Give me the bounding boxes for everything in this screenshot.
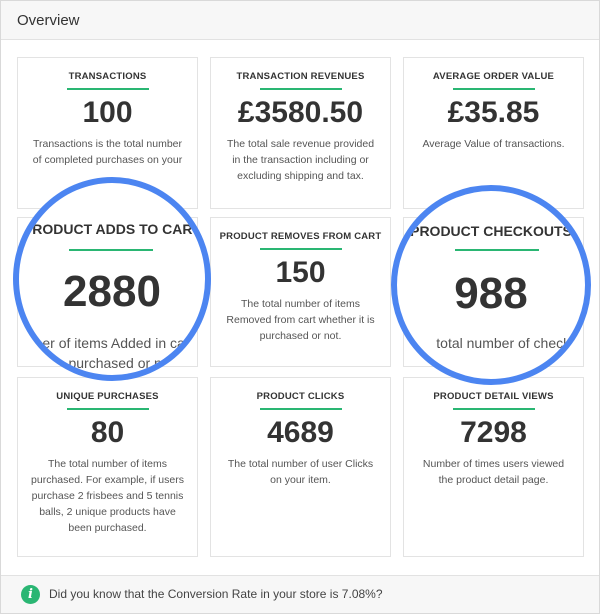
card-label: AVERAGE ORDER VALUE [432,71,555,82]
card-description: The total sale revenue provided in the t… [219,136,382,184]
card-product-detail-views: PRODUCT DETAIL VIEWS 7298 Number of time… [403,377,584,557]
desc-line: on your item. [270,474,331,486]
card-label: TRANSACTIONS [68,71,147,82]
overview-panel: Overview TRANSACTIONS 100 Transactions i… [0,0,600,614]
desc-line: excluding shipping and tax. [237,170,364,182]
card-value: 2880 [63,267,161,316]
desc-line: purchased. For example, if users [31,474,184,486]
card-divider [66,408,149,410]
card-value: 4689 [267,416,334,449]
desc-line: Number of times users viewed [422,458,565,470]
card-description: Transactions is the total number of comp… [26,136,189,168]
panel-title: Overview [17,12,80,29]
panel-header: Overview [1,1,599,40]
card-label: PRODUCT DETAIL VIEWS [433,391,554,402]
desc-line: in the transaction including or [232,154,369,166]
card-description: Average Value of transactions. [412,136,575,152]
desc-line: purchased or not. [259,330,342,342]
card-product-clicks: PRODUCT CLICKS 4689 The total number of … [210,377,391,557]
card-description-line: purchased or not [68,355,174,371]
card-value: 100 [82,96,133,129]
desc-line: The total number of user Clicks [227,458,374,470]
card-product-removes-from-cart: PRODUCT REMOVES FROM CART 150 The total … [210,217,391,367]
card-value: 80 [90,416,125,449]
card-description: The total number of items purchased. For… [26,456,189,536]
conversion-rate-tip: Did you know that the Conversion Rate in… [49,587,383,601]
card-divider [66,88,149,90]
card-divider [452,88,535,90]
card-unique-purchases: UNIQUE PURCHASES 80 The total number of … [17,377,198,557]
desc-line: Average Value of transactions. [422,138,565,150]
card-description-line: total number of checkou [436,335,586,351]
desc-line: the product detail page. [438,474,549,486]
card-description: The total number of user Clicks on your … [219,456,382,488]
desc-line: of completed purchases on your [32,154,183,166]
card-product-checkouts-zoom: PRODUCT CHECKOUTS 988 total number of ch… [391,185,591,385]
card-label: PRODUCT ADDS TO CART [22,221,202,237]
desc-line: Removed from cart whether it is [226,314,375,326]
info-icon: i [21,585,40,604]
card-divider [69,249,153,251]
card-label: PRODUCT CHECKOUTS [410,223,572,239]
desc-line: The total number of items [240,298,361,310]
card-divider [452,408,535,410]
card-label: PRODUCT REMOVES FROM CART [219,231,382,242]
card-value: 988 [454,269,528,318]
card-value: 150 [275,256,326,289]
card-description: The total number of items Removed from c… [219,296,382,344]
card-description: Number of times users viewed the product… [412,456,575,488]
desc-line: The total sale revenue provided [226,138,375,150]
desc-line: been purchased. [68,522,147,534]
card-divider [455,249,539,251]
desc-line: purchase 2 frisbees and 5 tennis [31,490,184,502]
conversion-tip-bar: i Did you know that the Conversion Rate … [1,575,599,613]
card-transaction-revenues: TRANSACTION REVENUES £3580.50 The total … [210,57,391,209]
desc-line: The total number of items [47,458,168,470]
card-divider [259,248,342,250]
card-label: TRANSACTION REVENUES [236,71,365,82]
card-label: UNIQUE PURCHASES [56,391,159,402]
card-description-line: ber of items Added in cart [34,335,194,351]
card-divider [259,408,342,410]
card-value: £35.85 [447,96,540,129]
desc-line: Transactions is the total number [32,138,182,150]
card-label: PRODUCT CLICKS [256,391,345,402]
desc-line: balls, 2 unique products have [39,506,176,518]
card-divider [259,88,342,90]
card-value: £3580.50 [237,96,364,129]
card-product-adds-to-cart-zoom: PRODUCT ADDS TO CART 2880 ber of items A… [13,177,211,381]
card-value: 7298 [460,416,527,449]
